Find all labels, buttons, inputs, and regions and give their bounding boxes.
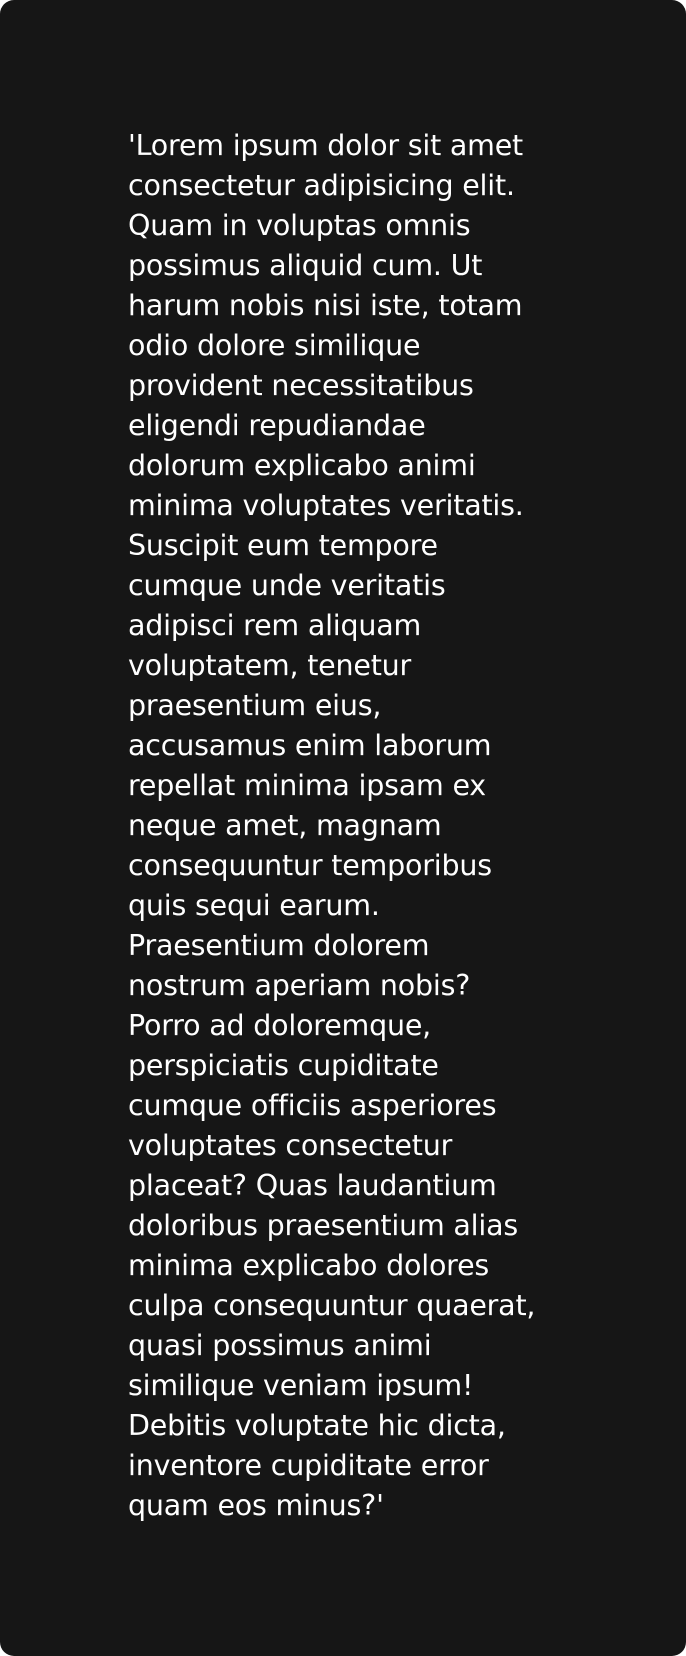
lorem-ipsum-paragraph: 'Lorem ipsum dolor sit amet consectetur … [128, 129, 536, 1522]
text-card: 'Lorem ipsum dolor sit amet consectetur … [0, 0, 686, 1656]
